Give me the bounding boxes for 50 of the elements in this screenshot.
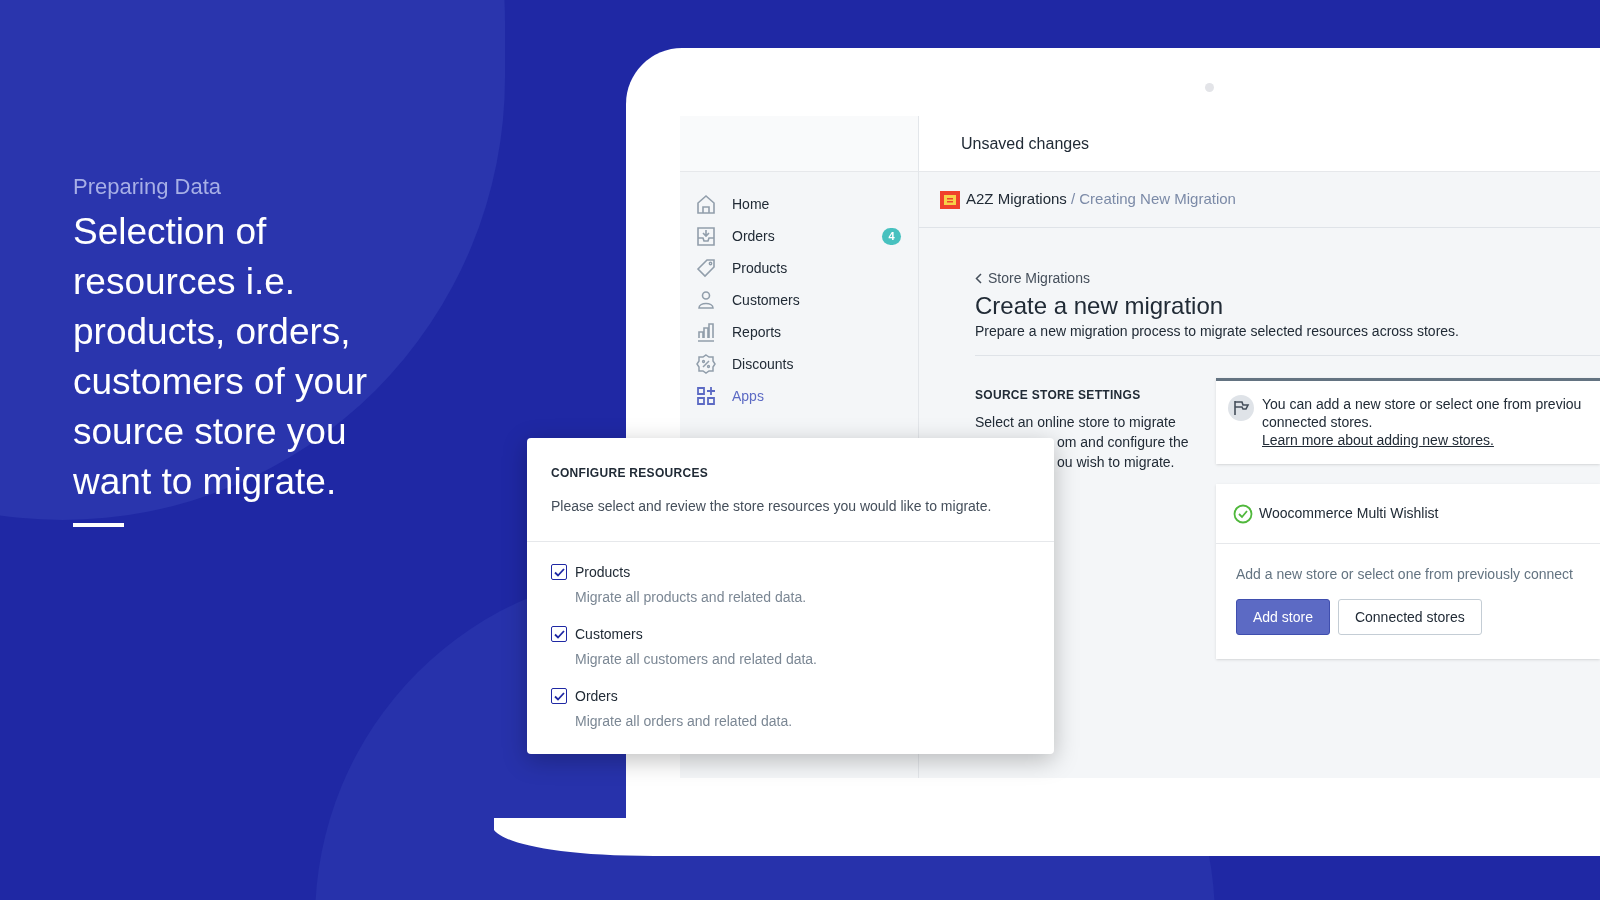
sidebar-item[interactable]: Orders 4: [680, 220, 918, 252]
section-text: Select an online store to migrate: [975, 413, 1176, 432]
home-icon: [695, 193, 717, 215]
dialog-description: Please select and review the store resources you would like to migrate.: [551, 497, 993, 516]
connected-stores-button[interactable]: Connected stores: [1337, 599, 1482, 635]
sidebar-item[interactable]: Reports: [680, 316, 918, 348]
section-text: ou wish to migrate.: [1056, 453, 1175, 472]
checkbox[interactable]: [551, 564, 567, 580]
option-description: Migrate all customers and related data.: [575, 650, 817, 669]
page-title: Create a new migration: [975, 291, 1225, 321]
section-text: om and configure the: [1056, 433, 1189, 452]
option-label: Orders: [575, 687, 619, 706]
tag-icon: [695, 257, 717, 279]
page-description: Prepare a new migration process to migrate selected resources across stores.: [975, 322, 1460, 341]
store-name: Woocommerce Multi Wishlist: [1259, 504, 1439, 523]
option-label: Customers: [575, 625, 644, 644]
app-logo-icon: [940, 190, 960, 209]
banner-text: connected stores.: [1262, 413, 1374, 431]
count-badge: 4: [882, 227, 901, 245]
person-icon: [695, 289, 717, 311]
checkbox[interactable]: [551, 626, 567, 642]
breadcrumb-link[interactable]: A2Z Migrations: [966, 188, 1067, 211]
apps-grid-icon: [695, 385, 717, 407]
option-description: Migrate all orders and related data.: [575, 712, 793, 731]
sidebar-item[interactable]: Discounts: [680, 348, 918, 380]
underline-bar: [73, 523, 124, 527]
check-circle-icon: [1233, 503, 1253, 524]
breadcrumb-current: / Creating New Migration: [1070, 189, 1236, 210]
dialog-title: CONFIGURE RESOURCES: [551, 465, 710, 482]
chevron-left-icon: [975, 273, 982, 284]
sidebar-item[interactable]: Products: [680, 252, 918, 284]
option-label: Products: [575, 563, 632, 582]
sidebar-item[interactable]: Apps: [680, 380, 918, 412]
back-link[interactable]: Store Migrations: [975, 268, 1090, 289]
headline: Selection of resources i.e. products, orders, customers of your source store you want to migrate.: [73, 210, 369, 504]
banner-text: You can add a new store or select one from previou: [1262, 395, 1582, 413]
hint-text: Add a new store or select one from previously connect: [1236, 565, 1574, 584]
inbox-icon: [695, 225, 717, 247]
add-store-button[interactable]: Add store: [1236, 599, 1330, 635]
flag-icon: [1228, 395, 1254, 421]
learn-more-link[interactable]: Learn more about adding new stores.: [1262, 431, 1494, 449]
option-description: Migrate all products and related data.: [575, 588, 807, 607]
eyebrow-text: Preparing Data: [73, 173, 222, 201]
section-heading: SOURCE STORE SETTINGS: [975, 387, 1142, 404]
percent-badge-icon: [695, 353, 717, 375]
checkbox[interactable]: [551, 688, 567, 704]
unsaved-changes-text: Unsaved changes: [961, 133, 1090, 154]
sidebar-item[interactable]: Customers: [680, 284, 918, 316]
sidebar-item[interactable]: Home: [680, 188, 918, 220]
bar-chart-icon: [695, 321, 717, 343]
